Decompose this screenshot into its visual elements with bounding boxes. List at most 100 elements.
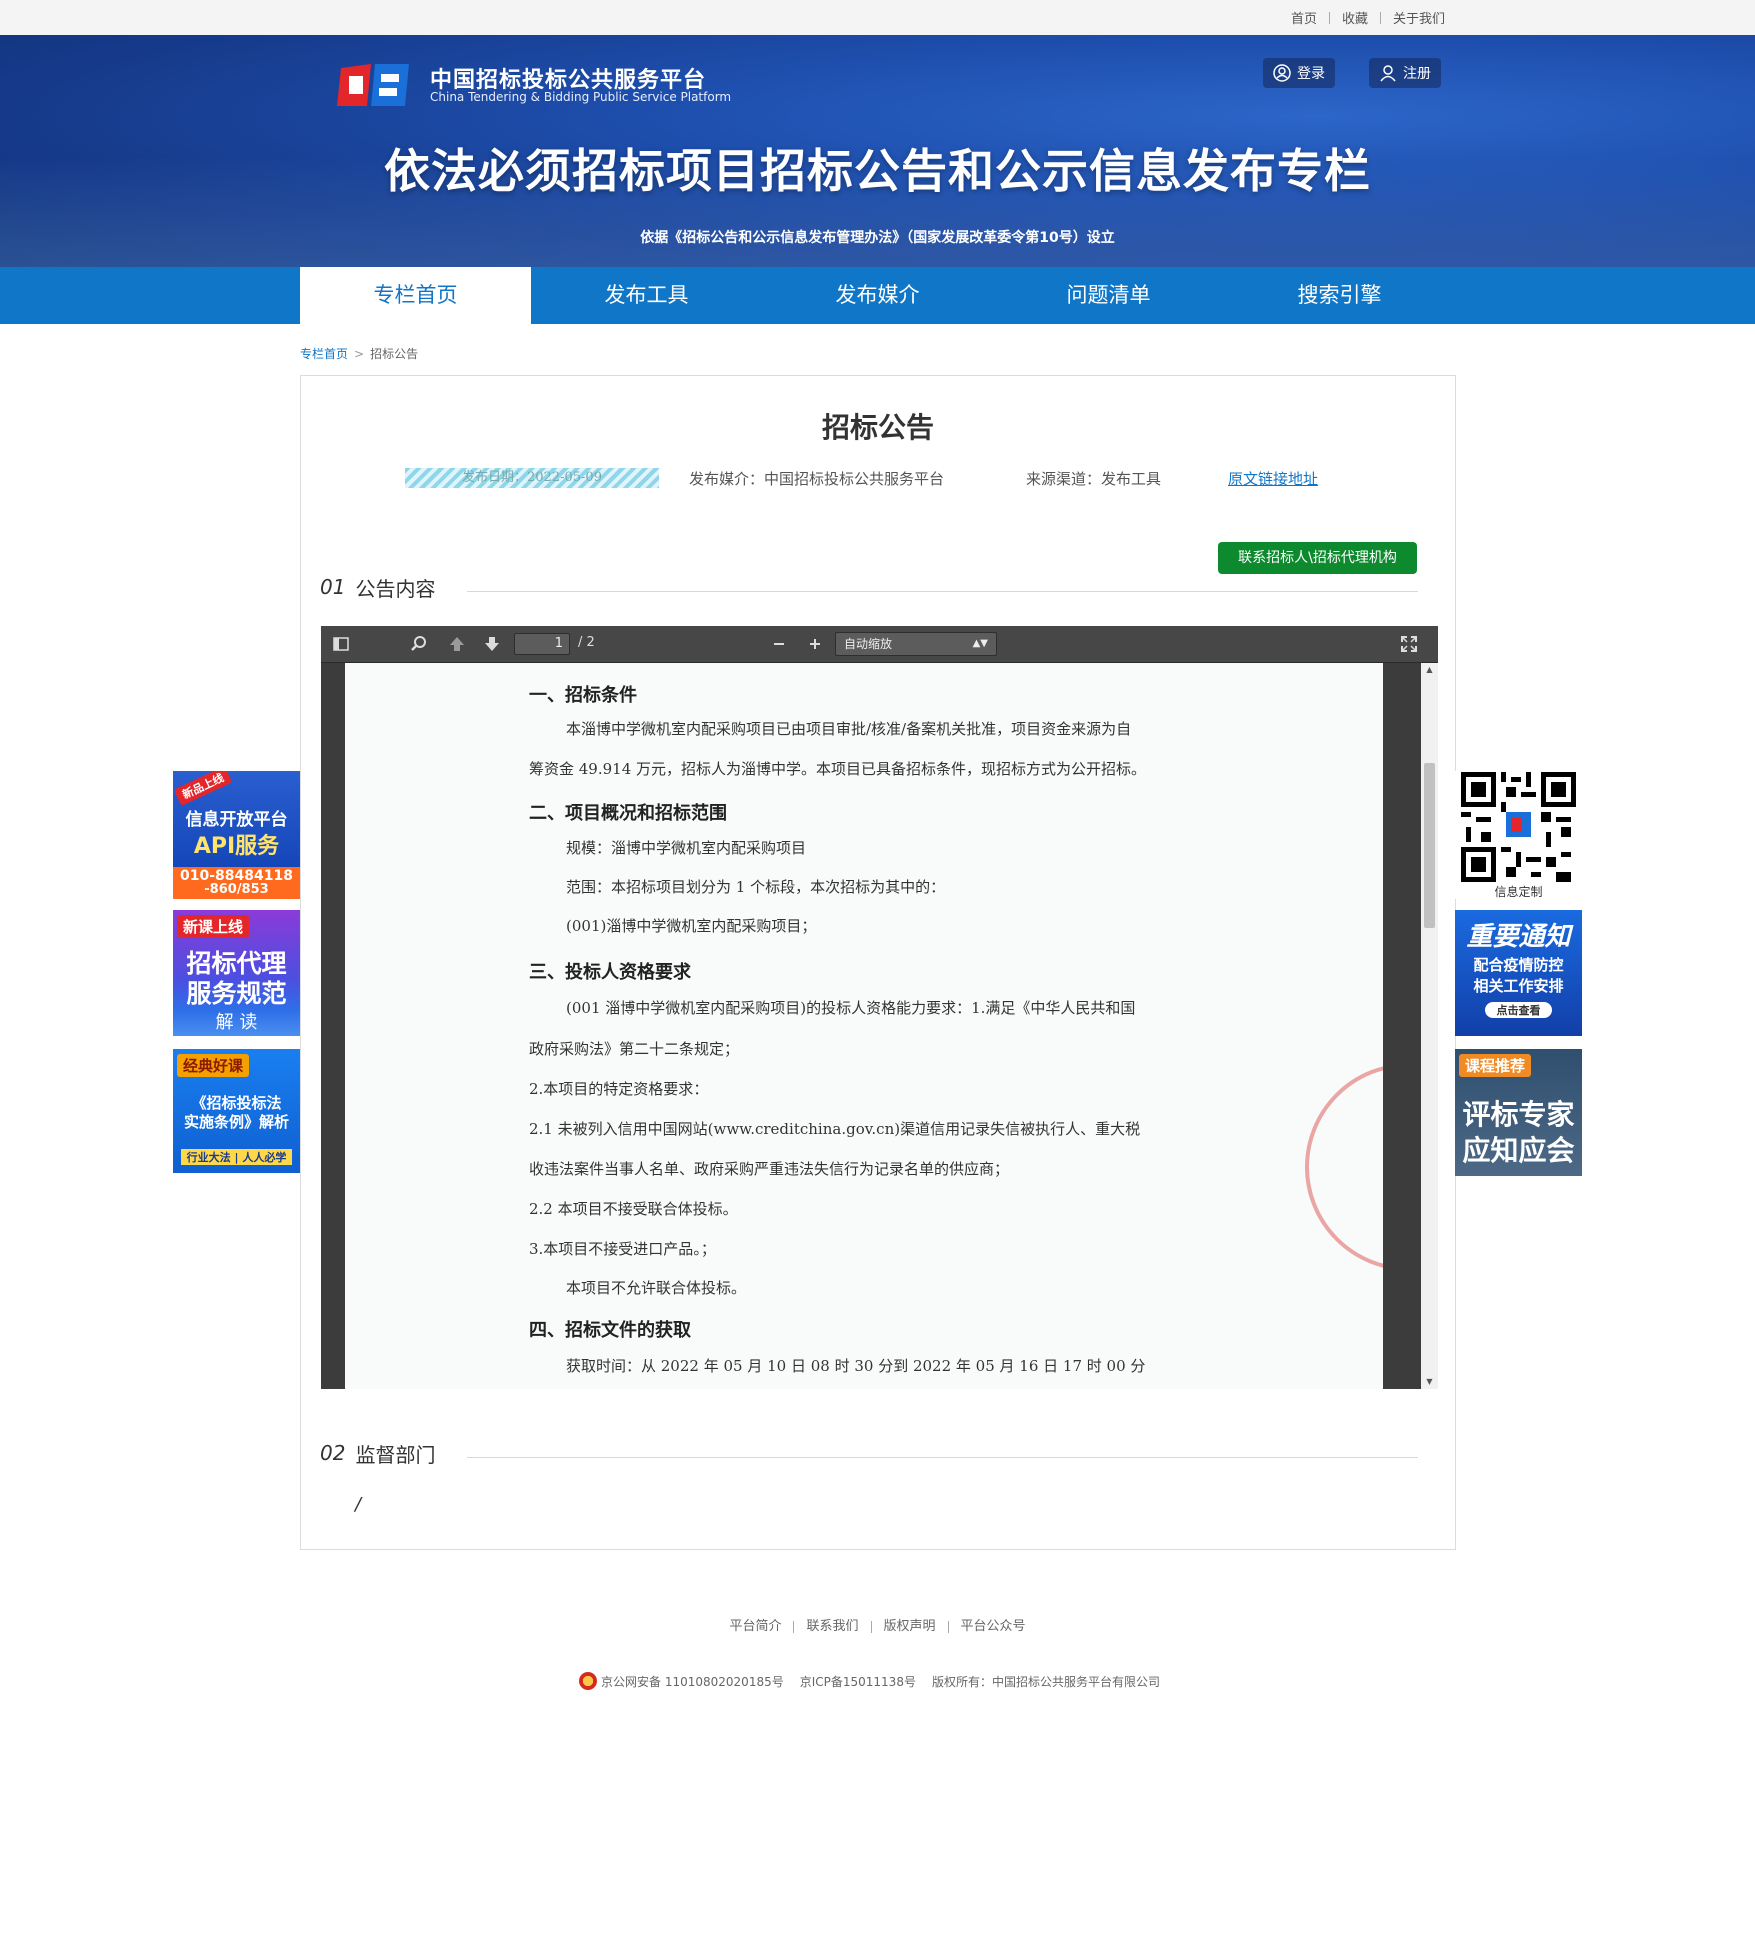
pdf-text: 2.1 未被列入信用中国网站(www.creditchina.gov.cn)渠道… [529, 1120, 1141, 1138]
police-record[interactable]: 京公网安备 11010802020185号 [601, 1673, 784, 1690]
scroll-up-icon[interactable]: ▲ [1421, 663, 1438, 677]
pdf-text: 收违法案件当事人名单、政府采购严重违法失信行为记录名单的供应商； [529, 1160, 1010, 1178]
icp-record[interactable]: 京ICP备15011138号 [800, 1673, 916, 1690]
nav-tabs: 专栏首页 发布工具 发布媒介 问题清单 搜索引擎 [300, 267, 1455, 324]
pdf-scrollbar[interactable]: ▲ ▼ [1421, 663, 1438, 1389]
pdf-text: 获取时间：从 2022 年 05 月 10 日 08 时 30 分到 2022 … [566, 1357, 1146, 1375]
page-title: 招标公告 [821, 411, 934, 444]
tab-faq[interactable]: 问题清单 [993, 267, 1224, 324]
ad-line: -860/853 [204, 882, 269, 897]
scroll-down-icon[interactable]: ▼ [1421, 1375, 1438, 1389]
pdf-text: 规模：淄博中学微机室内配采购项目 [566, 839, 807, 857]
top-link-favorite[interactable]: 收藏 [1330, 8, 1380, 27]
page-edge [1383, 663, 1406, 1389]
footer-link-wechat[interactable]: 平台公众号 [949, 1619, 1038, 1634]
search-icon[interactable] [409, 634, 429, 654]
ad-line: 配合疫情防控 [1473, 956, 1564, 974]
ad-badge: 新品上线 [173, 771, 233, 806]
pdf-text: 政府采购法》第二十二条规定； [529, 1040, 740, 1058]
divider [467, 1457, 1418, 1458]
copyright-text: 版权所有：中国招标公共服务平台有限公司 [931, 1674, 1160, 1689]
ad-law-course[interactable]: 经典好课 《招标投标法 实施条例》解析 行业大法 | 人人必学 [173, 1049, 300, 1173]
notice-card: 招标公告 发布日期：2022-05-09 发布媒介：中国招标投标公共服务平台 来… [300, 375, 1456, 1550]
pdf-heading: 一、招标条件 [529, 685, 637, 706]
ad-line: 实施条例》解析 [183, 1113, 289, 1131]
pdf-text: 3.本项目不接受进口产品。； [529, 1240, 716, 1258]
user-circle-icon [1273, 64, 1291, 82]
zoom-out-icon[interactable] [769, 634, 789, 654]
pdf-text: 本淄博中学微机室内配采购项目已由项目审批/核准/备案机关批准，项目资金来源为自 [566, 720, 1132, 738]
ad-line: 重要通知 [1466, 922, 1571, 952]
top-link-home[interactable]: 首页 [1279, 8, 1329, 27]
pdf-page: 一、招标条件 本淄博中学微机室内配采购项目已由项目审批/核准/备案机关批准，项目… [345, 663, 1406, 1389]
ad-api-service[interactable]: 新品上线 信息开放平台 API服务 010-88484118 -860/853 [173, 771, 300, 899]
previous-page-icon[interactable] [447, 634, 467, 654]
ad-line: 服务规范 [186, 979, 287, 1008]
breadcrumb: 专栏首页 > 招标公告 [300, 345, 418, 362]
pdf-text: 本项目不允许联合体投标。 [566, 1279, 747, 1297]
section-header-content: 01 公告内容 [320, 572, 435, 602]
footer-links: 平台简介 联系我们 版权声明 平台公众号 [0, 1615, 1755, 1634]
ad-line: 解 读 [215, 1012, 258, 1033]
pdf-text: 筹资金 49.914 万元，招标人为淄博中学。本项目已具备招标条件，现招标方式为… [529, 760, 1147, 778]
pdf-viewer[interactable]: 1 / 2 自动缩放 ▲▼ 一、招标条件 本淄博中学微机室内配采购项目已由项目审… [321, 626, 1438, 1389]
contact-tenderer-button[interactable]: 联系招标人\招标代理机构 [1218, 542, 1417, 574]
scrollbar-thumb[interactable] [1424, 763, 1435, 928]
section-label: 公告内容 [355, 576, 436, 601]
tab-publish-media[interactable]: 发布媒介 [762, 267, 993, 324]
tab-search-engine[interactable]: 搜索引擎 [1224, 267, 1455, 324]
notice-meta: 发布日期：2022-05-09 发布媒介：中国招标投标公共服务平台 来源渠道：发… [301, 468, 1455, 490]
ad-agency-course[interactable]: 新课上线 招标代理 服务规范 解 读 [173, 910, 300, 1036]
publish-date: 发布日期：2022-05-09 [405, 468, 659, 488]
login-label: 登录 [1297, 66, 1325, 82]
pdf-text: 范围：本招标项目划分为 1 个标段，本次招标为其中的： [566, 878, 946, 896]
register-button[interactable]: 注册 [1369, 58, 1441, 88]
pdf-text: (001 淄博中学微机室内配采购项目)的投标人资格能力要求：1.满足《中华人民共… [566, 999, 1136, 1017]
section-number: 01 [320, 575, 346, 599]
original-link[interactable]: 原文链接地址 [1228, 468, 1318, 489]
header-banner: 中国招标投标公共服务平台 China Tendering & Bidding P… [0, 35, 1755, 267]
footer-link-copyright[interactable]: 版权声明 [872, 1619, 948, 1634]
ad-important-notice[interactable]: 重要通知 配合疫情防控 相关工作安排 点击查看 [1455, 910, 1582, 1036]
ad-line: 相关工作安排 [1473, 977, 1564, 995]
banner-title: 依法必须招标项目招标公告和公示信息发布专栏 [384, 144, 1371, 198]
section-label: 监督部门 [355, 1442, 436, 1467]
ad-line: 《招标投标法 [191, 1094, 282, 1112]
breadcrumb-home[interactable]: 专栏首页 [300, 347, 348, 361]
top-utility-bar: 首页 收藏 关于我们 [0, 0, 1755, 35]
ad-line: 应知应会 [1462, 1134, 1575, 1167]
qr-caption: 信息定制 [1494, 885, 1543, 899]
page-number-input[interactable]: 1 [514, 633, 570, 655]
publish-media: 发布媒介：中国招标投标公共服务平台 [689, 470, 945, 488]
footer-link-intro[interactable]: 平台简介 [717, 1619, 793, 1634]
sidebar-toggle-icon[interactable] [331, 634, 351, 654]
ad-expert-course[interactable]: 课程推荐 评标专家 应知应会 [1455, 1049, 1582, 1176]
login-button[interactable]: 登录 [1263, 58, 1335, 88]
platform-logo-icon[interactable] [333, 60, 413, 110]
zoom-value: 自动缩放 [844, 637, 893, 651]
footer-records: 京公网安备 11010802020185号 京ICP备15011138号 版权所… [0, 1672, 1755, 1690]
breadcrumb-current: 招标公告 [370, 347, 419, 361]
top-link-about[interactable]: 关于我们 [1381, 8, 1457, 27]
pdf-text: 2.2 本项目不接受联合体投标。 [529, 1200, 738, 1218]
footer-link-contact[interactable]: 联系我们 [794, 1619, 870, 1634]
ad-line: 点击查看 [1485, 1002, 1552, 1018]
zoom-in-icon[interactable] [805, 634, 825, 654]
zoom-select[interactable]: 自动缩放 ▲▼ [835, 632, 997, 656]
banner-subtitle: 依据《招标公告和公示信息发布管理办法》（国家发展改革委令第10号）设立 [640, 230, 1115, 246]
supervision-value: / [355, 1494, 362, 1515]
section-header-supervision: 02 监督部门 [320, 1438, 435, 1468]
ad-line: 行业大法 | 人人必学 [181, 1149, 292, 1165]
fullscreen-icon[interactable] [1399, 634, 1419, 654]
pdf-heading: 四、招标文件的获取 [529, 1320, 691, 1341]
next-page-icon[interactable] [482, 634, 502, 654]
pdf-text: 2.本项目的特定资格要求： [529, 1080, 709, 1098]
tab-column-home[interactable]: 专栏首页 [300, 267, 531, 324]
divider [467, 591, 1418, 592]
chevron-right-icon: > [354, 347, 365, 361]
user-icon [1380, 65, 1396, 82]
tab-publish-tools[interactable]: 发布工具 [531, 267, 762, 324]
qr-code-subscribe[interactable]: 信息定制 [1455, 771, 1582, 899]
main-nav: 专栏首页 发布工具 发布媒介 问题清单 搜索引擎 [0, 267, 1755, 324]
ad-line: 信息开放平台 [185, 810, 288, 830]
